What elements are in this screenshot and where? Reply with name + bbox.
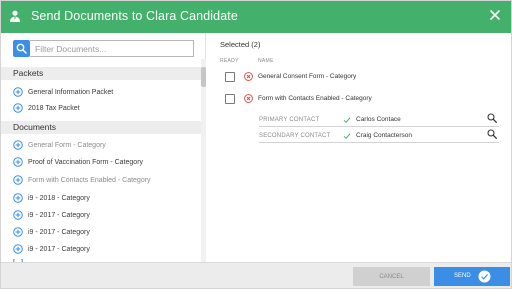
add-circle-icon [13,140,23,150]
packet-item[interactable]: General Information Packet [13,85,113,99]
document-item-label: Proof of Vaccination Form - Category [28,158,144,166]
check-circle-icon [478,270,491,283]
scrollbar-thumb[interactable] [201,67,206,87]
selected-documents-pane [207,33,511,262]
add-circle-icon [13,87,23,97]
secondary-contact-value[interactable]: Craig Contacterson [356,132,412,139]
dialog-title: Send Documents to Clara Candidate [31,9,238,23]
document-list-scrollbar[interactable] [201,59,206,263]
packet-item-label: General Information Packet [28,88,114,96]
primary-contact-value[interactable]: Carlos Contace [356,116,401,123]
selected-count-label: Selected (2) [220,40,261,49]
dialog-header: Send Documents to Clara Candidate [1,1,511,33]
document-item-label: i9 - 2017 - Category [28,228,90,236]
person-icon [10,10,20,22]
ready-checkbox[interactable] [225,94,235,104]
add-circle-icon [13,210,23,220]
ready-column-header: READY [220,58,239,64]
cancel-button[interactable]: CANCEL [353,267,430,286]
secondary-contact-label: SECONDARY CONTACT [259,133,331,139]
document-item-label: i9 - 2017 - Category [28,245,90,253]
document-item[interactable]: Proof of Vaccination Form - Category [13,155,143,169]
ready-checkbox[interactable] [225,72,235,82]
send-documents-dialog: Send Documents to Clara Candidate Packet… [0,0,512,289]
packets-section-header: Packets [1,67,201,80]
document-item-label: i9 - 2018 - Category [28,194,90,202]
name-column-header: NAME [258,58,274,64]
filter-documents-input[interactable] [30,40,194,57]
add-circle-icon [13,244,23,254]
document-item[interactable]: i9 - 2018 - Category [13,191,90,205]
primary-contact-label: PRIMARY CONTACT [259,117,320,123]
close-icon[interactable] [488,8,502,22]
check-icon [343,133,351,140]
add-circle-icon [13,175,23,185]
error-circle-icon [244,72,253,81]
document-item[interactable]: General Form - Category [13,138,106,152]
check-icon [343,117,351,124]
search-icon[interactable] [487,129,497,139]
document-item-label: Form with Contacts Enabled - Category [28,176,151,184]
primary-contact-divider [259,126,499,127]
search-icon [16,43,27,54]
packet-item[interactable]: 2018 Tax Packet [13,101,80,115]
error-circle-icon [244,94,253,103]
add-circle-icon [13,227,23,237]
documents-section-header: Documents [1,121,201,134]
add-circle-icon [13,193,23,203]
packet-item-label: 2018 Tax Packet [28,104,80,112]
selected-document-name: Form with Contacts Enabled - Category [258,95,372,102]
document-item[interactable]: i9 - 2017 - Category [13,225,90,239]
document-item[interactable]: i9 - 2017 - Category [13,242,90,256]
document-item[interactable]: Form with Contacts Enabled - Category [13,173,151,187]
search-icon[interactable] [487,113,497,123]
document-item-label: i9 - 2017 - Category [28,211,90,219]
document-item[interactable]: i9 - 2017 - Category [13,208,90,222]
send-button[interactable]: SEND [434,267,510,286]
add-circle-icon [13,103,23,113]
send-button-label: SEND [454,273,471,279]
add-circle-icon [13,157,23,167]
selected-document-name: General Consent Form - Category [258,73,357,80]
secondary-contact-divider [259,142,499,143]
search-button[interactable] [13,40,30,57]
document-item-label: General Form - Category [28,141,106,149]
